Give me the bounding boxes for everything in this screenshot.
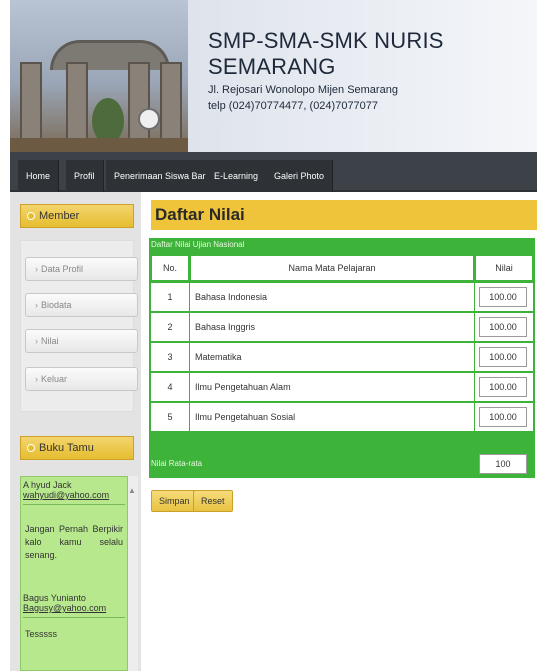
cell-score bbox=[475, 283, 533, 311]
cell-no: 3 bbox=[151, 343, 189, 371]
guest-email-link[interactable]: Bagusy@yahoo.com bbox=[23, 603, 125, 613]
cell-no: 5 bbox=[151, 403, 189, 431]
cell-score bbox=[475, 373, 533, 401]
chevron-right-icon: › bbox=[35, 336, 38, 346]
nav-e-learning[interactable]: E-Learning bbox=[206, 160, 268, 192]
cell-subject: Matematika bbox=[190, 343, 474, 371]
guest-message: Tesssss bbox=[25, 629, 58, 639]
chevron-right-icon: › bbox=[35, 300, 38, 310]
member-menu: › Data Profil › Biodata › Nilai › Keluar bbox=[20, 240, 138, 412]
site-title: SMP-SMA-SMK NURIS SEMARANG bbox=[208, 28, 444, 79]
site-header: SMP-SMA-SMK NURIS SEMARANG Jl. Rejosari … bbox=[10, 0, 537, 152]
menu-nilai[interactable]: › Nilai bbox=[25, 329, 138, 353]
table-caption: Daftar Nilai Ujian Nasional bbox=[151, 240, 245, 249]
gate-ground bbox=[10, 138, 188, 152]
menu-label: Keluar bbox=[41, 374, 68, 384]
guest-name: A hyud Jack bbox=[23, 480, 72, 490]
member-title: Member bbox=[39, 210, 80, 222]
nav-penerimaan-siswa-baru[interactable]: Penerimaan Siswa Baru bbox=[106, 160, 220, 192]
guestbook-title: Buku Tamu bbox=[39, 442, 94, 454]
address-line: Jl. Rejosari Wonolopo Mijen Semarang bbox=[208, 84, 398, 96]
score-input[interactable] bbox=[479, 347, 527, 367]
menu-data-profil[interactable]: › Data Profil bbox=[25, 257, 138, 281]
page-title: Daftar Nilai bbox=[151, 200, 537, 230]
cell-score bbox=[475, 343, 533, 371]
score-input[interactable] bbox=[479, 407, 527, 427]
menu-biodata[interactable]: › Biodata bbox=[25, 293, 138, 317]
cell-subject: Bahasa Inggris bbox=[190, 313, 474, 341]
average-label: Nilai Rata-rata bbox=[151, 459, 203, 468]
guestbook-entry: A hyud Jack wahyudi@yahoo.com Jangan Per… bbox=[21, 477, 127, 564]
sidebar: Member › Data Profil › Biodata › Nilai › Kel… bbox=[10, 192, 141, 671]
nav-home[interactable]: Home bbox=[18, 160, 60, 192]
reset-button[interactable]: Reset bbox=[193, 490, 233, 512]
header-score: Nilai bbox=[475, 255, 533, 281]
score-input[interactable] bbox=[479, 377, 527, 397]
scroll-up-icon[interactable]: ▲ bbox=[128, 486, 136, 495]
cell-no: 4 bbox=[151, 373, 189, 401]
school-gate-photo bbox=[10, 0, 188, 152]
header-no: No. bbox=[151, 255, 189, 281]
divider bbox=[23, 504, 125, 505]
menu-label: Biodata bbox=[41, 300, 72, 310]
bullet-icon bbox=[27, 444, 35, 452]
main-nav: Home Profil Penerimaan Siswa Baru E-Lear… bbox=[10, 152, 537, 192]
score-input[interactable] bbox=[479, 287, 527, 307]
header-subject: Nama Mata Pelajaran bbox=[190, 255, 474, 281]
chevron-right-icon: › bbox=[35, 374, 38, 384]
guestbook-header: Buku Tamu bbox=[20, 436, 134, 460]
school-seal-icon bbox=[138, 108, 160, 130]
cell-score bbox=[475, 313, 533, 341]
bullet-icon bbox=[27, 212, 35, 220]
cell-score bbox=[475, 403, 533, 431]
grades-table: Daftar Nilai Ujian Nasional No. Nama Mat… bbox=[149, 238, 535, 478]
phone-line: telp (024)70774477, (024)7077077 bbox=[208, 100, 379, 112]
guestbook-entry: Bagus Yunianto Bagusy@yahoo.com Tesssss bbox=[21, 590, 127, 643]
save-button[interactable]: Simpan bbox=[151, 490, 198, 512]
menu-label: Data Profil bbox=[41, 264, 84, 274]
main-content: Daftar Nilai Daftar Nilai Ujian Nasional… bbox=[141, 192, 537, 671]
guest-message: Jangan Pernah Berpikir kalo kamu selalu … bbox=[25, 524, 123, 560]
menu-label: Nilai bbox=[41, 336, 59, 346]
guestbook-panel: A hyud Jack wahyudi@yahoo.com Jangan Per… bbox=[20, 476, 138, 671]
site-address: Jl. Rejosari Wonolopo Mijen Semarang tel… bbox=[208, 82, 398, 114]
cell-subject: Bahasa Indonesia bbox=[190, 283, 474, 311]
menu-keluar[interactable]: › Keluar bbox=[25, 367, 138, 391]
average-input[interactable] bbox=[479, 454, 527, 474]
score-input[interactable] bbox=[479, 317, 527, 337]
guest-email-link[interactable]: wahyudi@yahoo.com bbox=[23, 490, 125, 500]
nav-galeri-photo[interactable]: Galeri Photo bbox=[266, 160, 334, 192]
chevron-right-icon: › bbox=[35, 264, 38, 274]
guestbook-scroll-area[interactable]: A hyud Jack wahyudi@yahoo.com Jangan Per… bbox=[20, 476, 128, 671]
member-header: Member bbox=[20, 204, 134, 228]
cell-subject: Ilmu Pengetahuan Alam bbox=[190, 373, 474, 401]
cell-subject: Ilmu Pengetahuan Sosial bbox=[190, 403, 474, 431]
guest-name: Bagus Yunianto bbox=[23, 593, 86, 603]
nav-profil[interactable]: Profil bbox=[66, 160, 104, 192]
cell-no: 1 bbox=[151, 283, 189, 311]
cell-no: 2 bbox=[151, 313, 189, 341]
divider bbox=[23, 617, 125, 618]
